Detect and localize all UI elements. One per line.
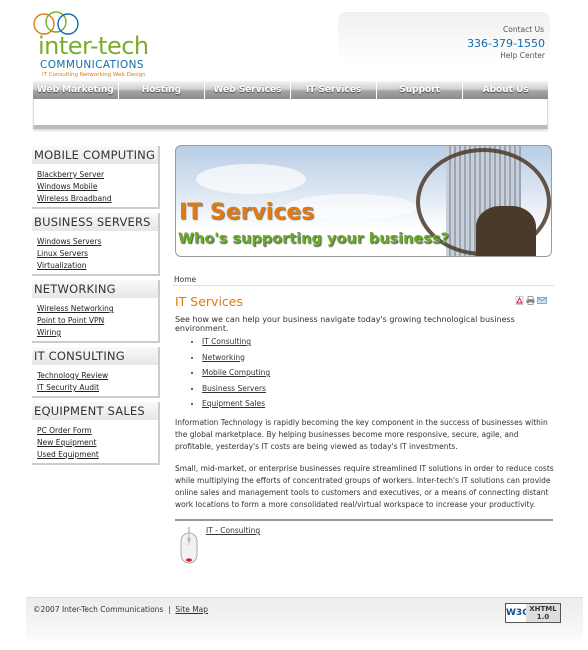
sidebar-heading: BUSINESS SERVERS (32, 213, 158, 231)
help-center-link[interactable]: Help Center (500, 51, 545, 60)
nav-tab-it-services[interactable]: IT Services (291, 81, 376, 99)
hero-banner: IT Services Who's supporting your busine… (175, 145, 552, 257)
next-page-link: IT - Consulting (206, 526, 260, 535)
divider (175, 519, 553, 521)
computer-mouse-icon (180, 527, 198, 564)
sidebar-link-linux-servers[interactable]: Linux Servers (37, 249, 88, 258)
sidebar-link-pc-order-form[interactable]: PC Order Form (37, 426, 92, 435)
sidebar-link-windows-servers[interactable]: Windows Servers (37, 237, 101, 246)
sidebar-link-virtualization[interactable]: Virtualization (37, 261, 87, 270)
sidebar-link-new-equipment[interactable]: New Equipment (37, 438, 96, 447)
xhtml-label: XHTML 1.0 (526, 604, 560, 622)
services-list: IT Consulting Networking Mobile Computin… (192, 334, 270, 412)
subnav-bar (33, 99, 548, 129)
copyright-text: ©2007 Inter-Tech Communications (33, 605, 164, 614)
sidebar-heading: MOBILE COMPUTING (32, 146, 158, 164)
page-footer (26, 597, 583, 639)
sidebar-box-business-servers: BUSINESS SERVERS Windows Servers Linux S… (32, 213, 160, 276)
footer-copyright: ©2007 Inter-Tech Communications | Site M… (33, 605, 208, 614)
w3c-logo: W3C (506, 604, 529, 622)
sidebar-box-it-consulting: IT CONSULTING Technology Review IT Secur… (32, 347, 160, 398)
list-item: Mobile Computing (202, 365, 270, 381)
sidebar-link-wireless-broadband[interactable]: Wireless Broadband (37, 194, 112, 203)
sidebar-link-used-equipment[interactable]: Used Equipment (37, 450, 99, 459)
nav-tab-web-marketing[interactable]: Web Marketing (33, 81, 118, 99)
breadcrumb-home[interactable]: Home (174, 275, 196, 284)
list-item: IT Consulting (202, 334, 270, 350)
banner-subtitle: Who's supporting your business? (178, 231, 449, 247)
divider (173, 285, 554, 286)
site-map-link[interactable]: Site Map (175, 605, 208, 614)
service-link-mobile-computing[interactable]: Mobile Computing (202, 368, 270, 377)
sidebar-heading: EQUIPMENT SALES (32, 402, 158, 420)
banner-cloud (196, 164, 306, 194)
contact-us-link[interactable]: Contact Us (503, 25, 544, 34)
print-icon[interactable] (526, 296, 535, 305)
page-title: IT Services (175, 294, 244, 309)
w3c-xhtml-badge[interactable]: W3C XHTML 1.0 (505, 603, 561, 623)
logo-wordmark: inter-tech (38, 32, 149, 60)
xhtml-text: XHTML (529, 605, 557, 613)
service-link-equipment-sales[interactable]: Equipment Sales (202, 399, 265, 408)
sidebar-link-technology-review[interactable]: Technology Review (37, 371, 108, 380)
sidebar-heading: NETWORKING (32, 280, 158, 298)
page-tools (515, 296, 555, 306)
logo-communications: COMMUNICATIONS (40, 59, 144, 71)
sidebar-box-equipment-sales: EQUIPMENT SALES PC Order Form New Equipm… (32, 402, 160, 465)
sidebar-heading: IT CONSULTING (32, 347, 158, 365)
nav-tab-hosting[interactable]: Hosting (119, 81, 204, 99)
list-item: Networking (202, 350, 270, 366)
body-paragraph-1: Information Technology is rapidly becomi… (175, 418, 548, 451)
nav-tab-about-us[interactable]: About Us (463, 81, 548, 99)
banner-atlas-statue (476, 206, 536, 256)
sidebar-link-wiring[interactable]: Wiring (37, 328, 61, 337)
banner-title: IT Services (179, 200, 315, 225)
intro-text: See how we can help your business naviga… (175, 315, 515, 333)
list-item: Equipment Sales (202, 396, 270, 412)
pdf-icon[interactable] (515, 296, 524, 305)
main-nav: Web Marketing Hosting Web Services IT Se… (33, 81, 548, 99)
sidebar-box-mobile-computing: MOBILE COMPUTING Blackberry Server Windo… (32, 146, 160, 209)
sidebar-link-point-to-point-vpn[interactable]: Point to Point VPN (37, 316, 104, 325)
sidebar-box-networking: NETWORKING Wireless Networking Point to … (32, 280, 160, 343)
footer-separator: | (168, 605, 171, 614)
link-it-consulting[interactable]: IT - Consulting (206, 526, 260, 535)
sidebar-link-it-security-audit[interactable]: IT Security Audit (37, 383, 99, 392)
list-item: Business Servers (202, 381, 270, 397)
sidebar-link-wireless-networking[interactable]: Wireless Networking (37, 304, 114, 313)
body-paragraph-2: Small, mid-market, or enterprise busines… (175, 464, 554, 509)
xhtml-version: 1.0 (536, 613, 550, 621)
nav-tab-support[interactable]: Support (377, 81, 462, 99)
service-link-business-servers[interactable]: Business Servers (202, 384, 266, 393)
logo-tagline: IT Consulting Networking Web Design (42, 72, 146, 78)
nav-tab-web-services[interactable]: Web Services (205, 81, 290, 99)
sidebar-link-windows-mobile[interactable]: Windows Mobile (37, 182, 97, 191)
email-icon[interactable] (537, 296, 547, 305)
service-link-it-consulting[interactable]: IT Consulting (202, 337, 251, 346)
site-logo[interactable]: inter-tech COMMUNICATIONS IT Consulting … (30, 6, 170, 78)
sidebar-link-blackberry-server[interactable]: Blackberry Server (37, 170, 104, 179)
service-link-networking[interactable]: Networking (202, 353, 245, 362)
phone-number: 336-379-1550 (467, 37, 545, 50)
